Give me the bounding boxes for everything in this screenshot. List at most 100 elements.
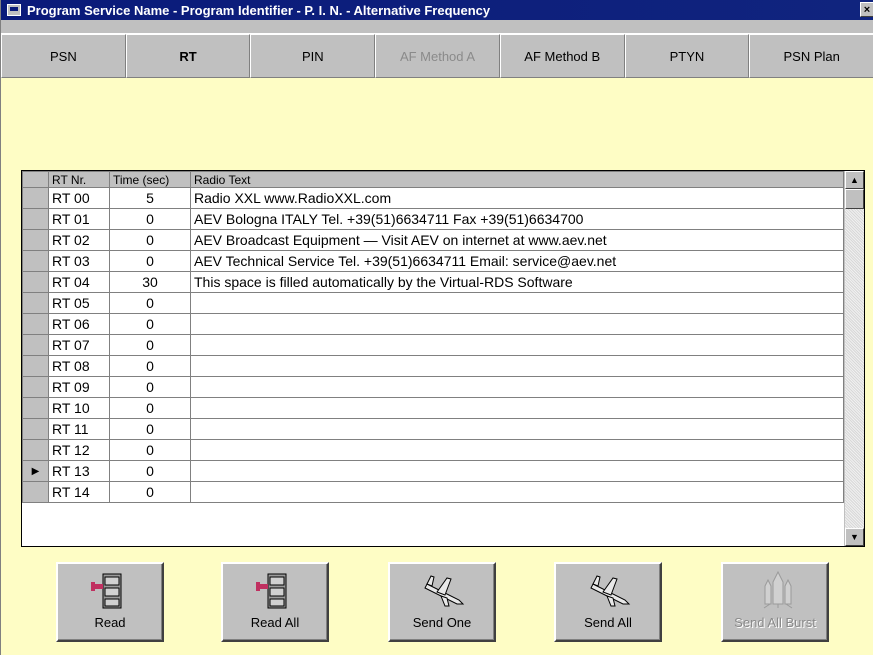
radio-text-cell[interactable] <box>190 355 844 377</box>
tab-ptyn[interactable]: PTYN <box>624 34 750 78</box>
radio-text-cell[interactable]: AEV Broadcast Equipment — Visit AEV on i… <box>190 229 844 251</box>
rt-nr-cell[interactable]: RT 12 <box>48 439 110 461</box>
tab-pin[interactable]: PIN <box>250 34 376 78</box>
time-cell[interactable]: 0 <box>109 250 191 272</box>
table-row[interactable]: RT 07 0 <box>22 334 844 356</box>
table-row[interactable]: RT 05 0 <box>22 292 844 314</box>
radio-text-cell[interactable]: Radio XXL www.RadioXXL.com <box>190 187 844 209</box>
tab-psn[interactable]: PSN <box>1 34 126 78</box>
rt-nr-cell[interactable]: RT 14 <box>48 481 110 503</box>
table-row[interactable]: RT 09 0 <box>22 376 844 398</box>
radio-text-cell[interactable] <box>190 292 844 314</box>
rds-window: Program Service Name - Program Identifie… <box>0 0 873 655</box>
row-selector[interactable] <box>22 271 49 293</box>
column-header-rt-nr[interactable]: RT Nr. <box>48 171 110 188</box>
row-selector[interactable] <box>22 397 49 419</box>
scroll-thumb[interactable] <box>845 189 864 209</box>
send-one-button[interactable]: Send One <box>388 562 496 642</box>
rt-nr-cell[interactable]: RT 00 <box>48 187 110 209</box>
rt-nr-cell[interactable]: RT 05 <box>48 292 110 314</box>
rt-nr-cell[interactable]: RT 10 <box>48 397 110 419</box>
table-row[interactable]: RT 12 0 <box>22 439 844 461</box>
time-cell[interactable]: 0 <box>109 229 191 251</box>
row-selector[interactable] <box>22 481 49 503</box>
table-row[interactable]: RT 00 5 Radio XXL www.RadioXXL.com <box>22 187 844 209</box>
table-row[interactable]: RT 06 0 <box>22 313 844 335</box>
table-row[interactable]: RT 11 0 <box>22 418 844 440</box>
close-button[interactable]: × <box>860 2 873 17</box>
rt-nr-cell[interactable]: RT 01 <box>48 208 110 230</box>
column-header-radio-text[interactable]: Radio Text <box>190 171 844 188</box>
column-header-time[interactable]: Time (sec) <box>109 171 191 188</box>
row-selector[interactable] <box>22 334 49 356</box>
row-selector[interactable] <box>22 355 49 377</box>
radio-text-cell[interactable]: This space is filled automatically by th… <box>190 271 844 293</box>
radio-text-cell[interactable] <box>190 460 844 482</box>
time-cell[interactable]: 0 <box>109 397 191 419</box>
table-row[interactable]: RT 01 0 AEV Bologna ITALY Tel. +39(51)6634… <box>22 208 844 230</box>
radio-text-cell[interactable] <box>190 334 844 356</box>
tab-rt[interactable]: RT <box>125 34 251 78</box>
row-selector[interactable] <box>22 313 49 335</box>
row-selector[interactable]: ▶ <box>22 460 49 482</box>
radio-text-cell[interactable]: AEV Technical Service Tel. +39(51)663471… <box>190 250 844 272</box>
row-selector[interactable] <box>22 187 49 209</box>
table-row[interactable]: RT 02 0 AEV Broadcast Equipment — Visit AE… <box>22 229 844 251</box>
radio-text-cell[interactable]: AEV Bologna ITALY Tel. +39(51)6634711 Fa… <box>190 208 844 230</box>
radio-text-grid[interactable]: RT Nr. Time (sec) Radio Text RT 00 5 Radio… <box>21 170 865 547</box>
row-selector[interactable] <box>22 439 49 461</box>
row-selector[interactable] <box>22 250 49 272</box>
rt-nr-cell[interactable]: RT 11 <box>48 418 110 440</box>
scroll-down-button[interactable]: ▼ <box>845 528 864 546</box>
rt-nr-cell[interactable]: RT 02 <box>48 229 110 251</box>
rt-nr-cell[interactable]: RT 03 <box>48 250 110 272</box>
row-selector[interactable] <box>22 229 49 251</box>
time-cell[interactable]: 5 <box>109 187 191 209</box>
radio-text-cell[interactable] <box>190 397 844 419</box>
table-row[interactable]: RT 14 0 <box>22 481 844 503</box>
time-cell[interactable]: 0 <box>109 208 191 230</box>
time-cell[interactable]: 0 <box>109 418 191 440</box>
row-selector[interactable] <box>22 208 49 230</box>
row-selector[interactable] <box>22 376 49 398</box>
table-row[interactable]: ▶ RT 13 0 <box>22 460 844 482</box>
file-cabinet-icon <box>256 573 287 609</box>
time-cell[interactable]: 0 <box>109 481 191 503</box>
scroll-up-button[interactable]: ▲ <box>845 171 864 189</box>
radio-text-cell[interactable] <box>190 439 844 461</box>
rt-nr-cell[interactable]: RT 07 <box>48 334 110 356</box>
rt-nr-cell[interactable]: RT 08 <box>48 355 110 377</box>
rt-nr-cell[interactable]: RT 09 <box>48 376 110 398</box>
time-cell[interactable]: 30 <box>109 271 191 293</box>
time-cell[interactable]: 0 <box>109 292 191 314</box>
radio-text-cell[interactable] <box>190 376 844 398</box>
table-row[interactable]: RT 04 30 This space is filled automaticall… <box>22 271 844 293</box>
time-cell[interactable]: 0 <box>109 439 191 461</box>
row-selector[interactable] <box>22 418 49 440</box>
time-cell[interactable]: 0 <box>109 460 191 482</box>
table-row[interactable]: RT 08 0 <box>22 355 844 377</box>
table-row[interactable]: RT 10 0 <box>22 397 844 419</box>
rt-nr-cell[interactable]: RT 06 <box>48 313 110 335</box>
read-all-button[interactable]: Read All <box>221 562 329 642</box>
row-selector[interactable] <box>22 292 49 314</box>
airplane-icon <box>424 575 465 607</box>
vertical-scrollbar[interactable]: ▲ ▼ <box>844 171 864 546</box>
table-row[interactable]: RT 03 0 AEV Technical Service Tel. +39(51)… <box>22 250 844 272</box>
rt-nr-cell[interactable]: RT 13 <box>48 460 110 482</box>
radio-text-cell[interactable] <box>190 481 844 503</box>
tab-af-method-b[interactable]: AF Method B <box>499 34 625 78</box>
send-one-label: Send One <box>412 615 472 630</box>
rt-nr-cell[interactable]: RT 04 <box>48 271 110 293</box>
tab-psn-plan[interactable]: PSN Plan <box>749 34 873 78</box>
read-button[interactable]: Read <box>56 562 164 642</box>
grid-header-row: RT Nr. Time (sec) Radio Text <box>22 171 844 188</box>
tab-label: AF Method B <box>524 48 601 64</box>
send-all-button[interactable]: Send All <box>554 562 662 642</box>
time-cell[interactable]: 0 <box>109 355 191 377</box>
radio-text-cell[interactable] <box>190 313 844 335</box>
time-cell[interactable]: 0 <box>109 313 191 335</box>
time-cell[interactable]: 0 <box>109 376 191 398</box>
time-cell[interactable]: 0 <box>109 334 191 356</box>
radio-text-cell[interactable] <box>190 418 844 440</box>
